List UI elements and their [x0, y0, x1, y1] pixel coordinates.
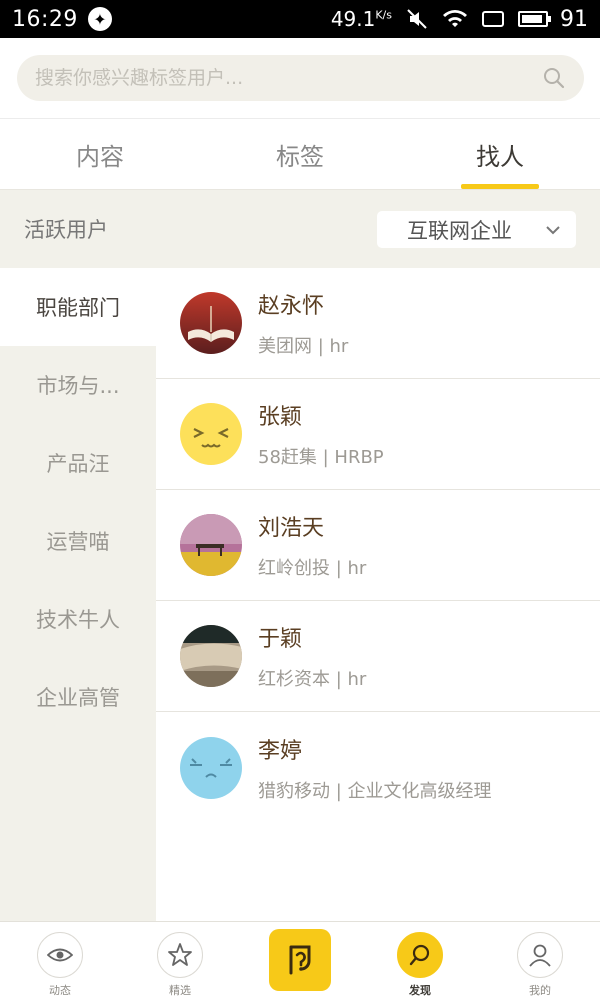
nav-label-discover: 发现 — [409, 984, 431, 997]
star-icon[interactable] — [157, 932, 203, 978]
user-info: 于颖 红杉资本 | hr — [258, 621, 366, 691]
user-company-role: 美团网 | hr — [258, 336, 349, 357]
tab-find-people[interactable]: 找人 — [400, 119, 600, 189]
sidebar-item-tech[interactable]: 技术牛人 — [0, 580, 156, 658]
avatar[interactable] — [180, 514, 242, 576]
list-item[interactable]: 张颖 58赶集 | HRBP — [156, 379, 600, 490]
eye-icon[interactable] — [37, 932, 83, 978]
status-time: 16:29 — [12, 6, 78, 32]
network-speed: 49.1K/s — [331, 7, 392, 31]
list-item[interactable]: 于颖 红杉资本 | hr — [156, 601, 600, 712]
blue-emoji-icon — [180, 736, 242, 799]
user-company-role: 红杉资本 | hr — [258, 669, 367, 690]
user-info: 张颖 58赶集 | HRBP — [258, 399, 384, 469]
user-icon[interactable] — [517, 932, 563, 978]
sidebar-item-executives[interactable]: 企业高管 — [0, 658, 156, 736]
battery-icon — [518, 11, 551, 27]
tab-tags[interactable]: 标签 — [200, 119, 400, 189]
avatar[interactable] — [180, 625, 242, 687]
chevron-down-icon — [544, 220, 562, 238]
user-name: 于颖 — [258, 627, 303, 652]
battery-level: 91 — [560, 6, 588, 32]
list-item[interactable]: 赵永怀 美团网 | hr — [156, 268, 600, 379]
tab-bar: 内容 标签 找人 — [0, 118, 600, 190]
landscape-photo-icon — [180, 625, 242, 687]
compose-icon[interactable] — [269, 929, 331, 991]
network-speed-unit: K/s — [375, 8, 392, 22]
book-photo-icon — [180, 292, 242, 354]
avatar[interactable] — [180, 292, 242, 354]
sidebar-item-operations[interactable]: 运营喵 — [0, 502, 156, 580]
user-name: 刘浩天 — [258, 516, 325, 541]
list-item[interactable]: 刘浩天 红岭创投 | hr — [156, 490, 600, 601]
user-list: 赵永怀 美团网 | hr 张颖 58赶集 | HRBP 刘浩天 红岭创投 | h… — [156, 268, 600, 922]
search-icon[interactable] — [542, 66, 566, 90]
user-info: 刘浩天 红岭创投 | hr — [258, 510, 366, 580]
user-company-role: 58赶集 | HRBP — [258, 447, 384, 468]
sidebar-item-functional[interactable]: 职能部门 — [0, 268, 156, 346]
search-icon[interactable] — [397, 932, 443, 978]
bench-photo-icon — [180, 514, 242, 576]
avatar[interactable] — [180, 403, 242, 465]
user-name: 赵永怀 — [258, 294, 325, 319]
nav-item-discover[interactable]: 发现 — [360, 922, 480, 1000]
user-info: 李婷 猎豹移动 | 企业文化高级经理 — [258, 733, 492, 803]
user-info: 赵永怀 美团网 | hr — [258, 288, 348, 358]
status-right: 49.1K/s 91 — [331, 7, 588, 32]
category-sidebar: 职能部门 市场与... 产品汪 运营喵 技术牛人 企业高管 — [0, 268, 156, 922]
bottom-nav: 动态 精选 发现 我的 — [0, 921, 600, 1000]
user-company-role: 猎豹移动 | 企业文化高级经理 — [258, 780, 492, 802]
status-bar: 16:29 ✦ 49.1K/s 91 — [0, 0, 600, 38]
tab-content[interactable]: 内容 — [0, 119, 200, 189]
mute-icon — [404, 8, 430, 30]
nav-item-feed[interactable]: 动态 — [0, 922, 120, 1000]
network-speed-value: 49.1 — [330, 7, 376, 31]
industry-dropdown-value: 互联网企业 — [407, 218, 512, 243]
user-name: 张颖 — [258, 405, 303, 430]
nav-item-me[interactable]: 我的 — [480, 922, 600, 1000]
search-area — [0, 38, 600, 118]
nav-label-me: 我的 — [529, 984, 551, 997]
list-item[interactable]: 李婷 猎豹移动 | 企业文化高级经理 — [156, 712, 600, 823]
industry-dropdown[interactable]: 互联网企业 — [377, 211, 576, 248]
avatar[interactable] — [180, 736, 242, 799]
search-input[interactable] — [35, 67, 542, 89]
search-bar[interactable] — [17, 55, 584, 101]
yellow-emoji-icon — [180, 403, 242, 465]
user-company-role: 红岭创投 | hr — [258, 558, 367, 579]
filter-row: 活跃用户 互联网企业 — [0, 190, 600, 268]
nav-item-compose[interactable] — [240, 922, 360, 1000]
nav-item-featured[interactable]: 精选 — [120, 922, 240, 1000]
app-notification-icon: ✦ — [87, 7, 112, 31]
wifi-icon — [442, 8, 468, 30]
nav-label-featured: 精选 — [169, 984, 191, 997]
sidebar-item-marketing[interactable]: 市场与... — [0, 346, 156, 424]
sidebar-item-product[interactable]: 产品汪 — [0, 424, 156, 502]
signal-icon — [480, 8, 506, 30]
nav-label-feed: 动态 — [49, 984, 71, 997]
user-name: 李婷 — [258, 738, 303, 764]
active-users-label: 活跃用户 — [24, 218, 108, 242]
